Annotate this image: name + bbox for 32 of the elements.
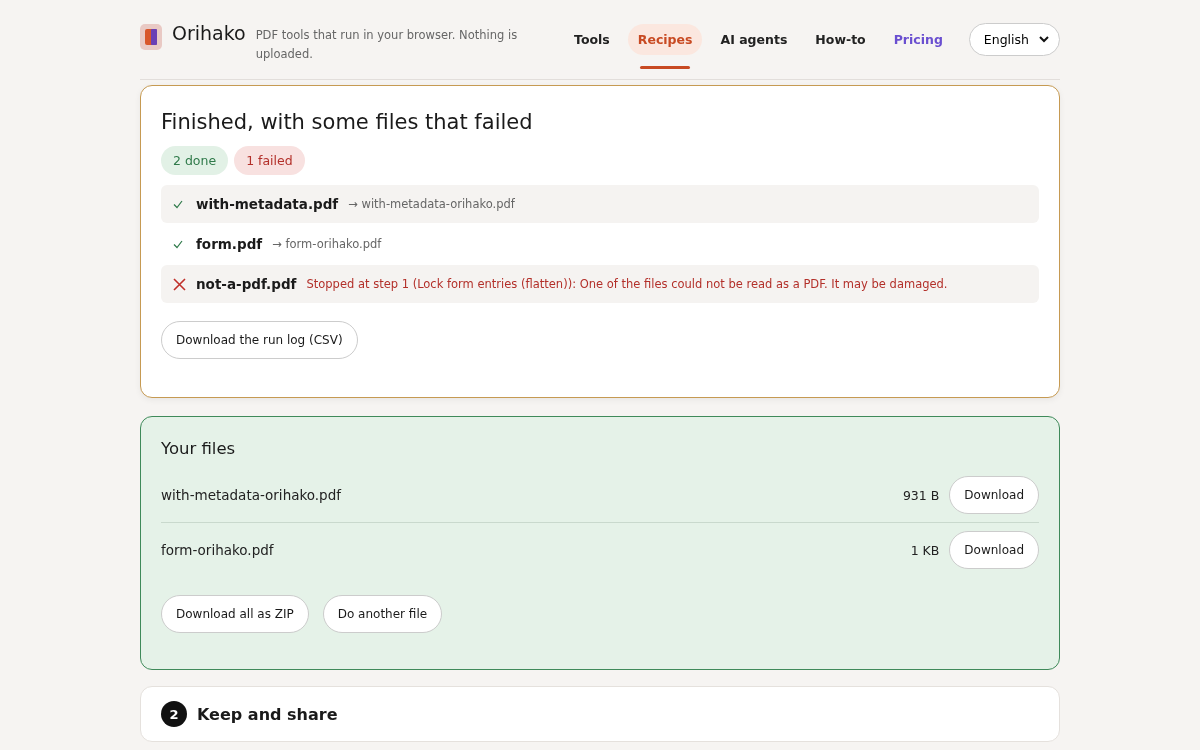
action-button[interactable]: Download all as ZIP bbox=[161, 595, 309, 633]
file-name: with-metadata-orihako.pdf bbox=[161, 487, 343, 503]
active-underline bbox=[639, 66, 691, 69]
result-title: Finished, with some files that failed bbox=[161, 110, 534, 134]
file-name: form-orihako.pdf bbox=[161, 542, 275, 558]
file-name: form.pdf bbox=[196, 236, 263, 252]
nav-link[interactable]: AI agents bbox=[710, 24, 798, 55]
output-name: → with-metadata-orihako.pdf bbox=[348, 197, 515, 211]
action-button[interactable]: Do another file bbox=[322, 595, 443, 633]
files-title: Your files bbox=[161, 439, 237, 458]
output-name: → form-orihako.pdf bbox=[272, 237, 382, 251]
tagline: PDF tools that run in your browser. Nothing is uploaded. bbox=[255, 26, 519, 63]
file-name: with-metadata.pdf bbox=[196, 196, 339, 212]
file-name: not-a-pdf.pdf bbox=[196, 276, 297, 292]
brand-name[interactable]: Orihako bbox=[172, 21, 246, 44]
language-select[interactable]: English bbox=[968, 23, 1060, 56]
status-badge: 2 done bbox=[161, 146, 229, 175]
chevron-icon bbox=[1039, 36, 1049, 43]
nav-link[interactable]: Tools bbox=[564, 24, 620, 55]
logo-icon bbox=[140, 23, 162, 50]
status-badge: 1 failed bbox=[234, 146, 305, 175]
download-button[interactable]: Download bbox=[949, 476, 1039, 514]
nav-link[interactable]: How-to bbox=[805, 24, 876, 55]
step-number: 2 bbox=[161, 701, 187, 727]
nav-link[interactable]: Recipes bbox=[627, 24, 703, 55]
file-size: 931 B bbox=[902, 487, 940, 503]
download-log-button[interactable]: Download the run log (CSV) bbox=[161, 321, 358, 359]
step-title: Keep and share bbox=[197, 704, 338, 724]
download-button[interactable]: Download bbox=[949, 531, 1039, 569]
error-message: Stopped at step 1 (Lock form entries (flatten)): One of the files could not be read as a PDF. It may be damaged. bbox=[306, 277, 948, 291]
nav-link[interactable]: Pricing bbox=[883, 24, 953, 55]
file-size: 1 KB bbox=[910, 542, 940, 558]
